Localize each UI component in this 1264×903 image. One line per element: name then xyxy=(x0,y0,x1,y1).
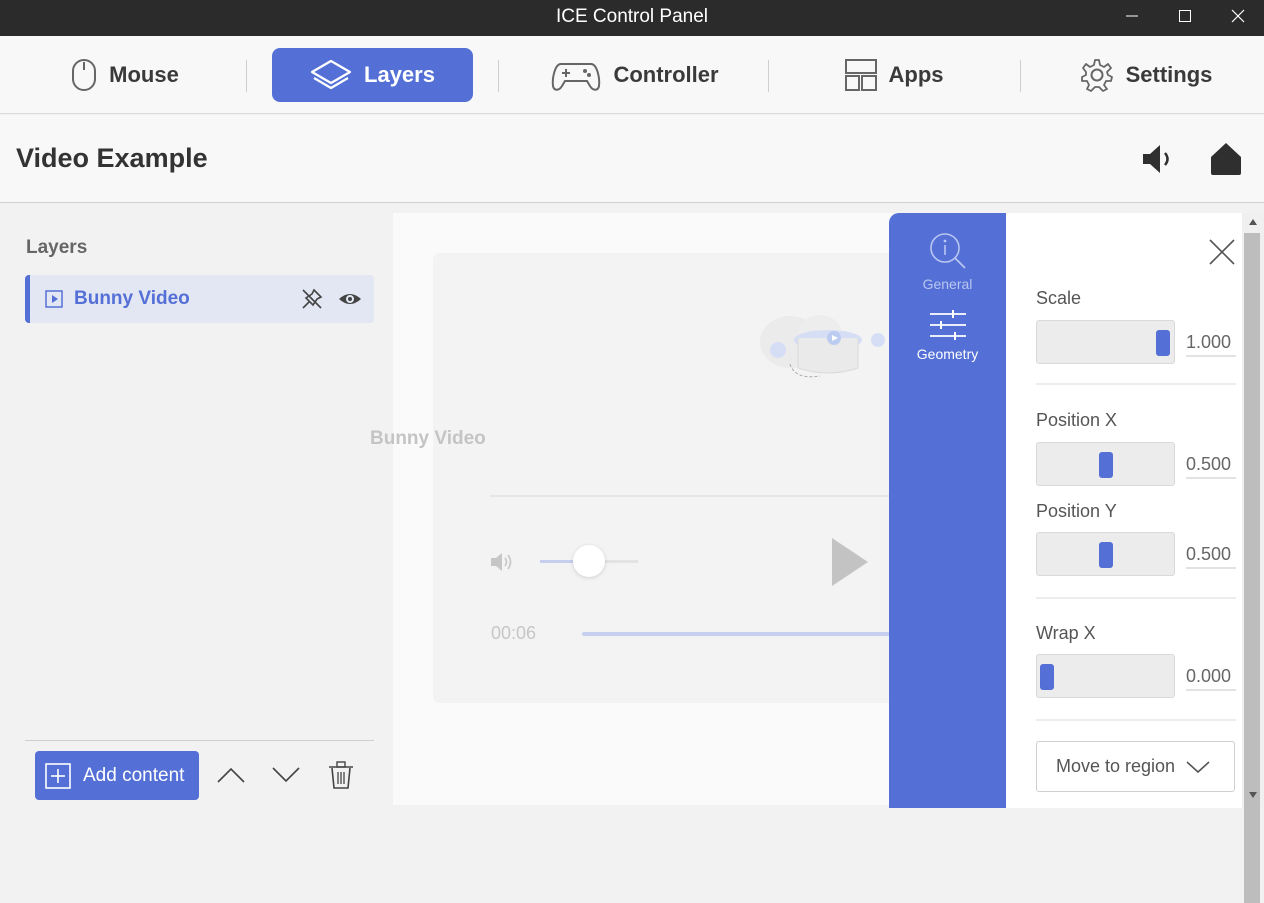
add-icon xyxy=(45,762,71,789)
divider xyxy=(1036,719,1236,721)
scroll-down-icon[interactable] xyxy=(1248,791,1258,799)
scale-label: Scale xyxy=(1036,288,1082,308)
slider-thumb[interactable] xyxy=(1039,664,1054,690)
add-content-button[interactable]: Add content xyxy=(35,751,199,800)
playback-progress[interactable] xyxy=(582,632,890,636)
wrap-x-value[interactable]: 0.000 xyxy=(1186,657,1236,691)
page-title: Video Example xyxy=(16,143,208,173)
player-volume-slider[interactable] xyxy=(540,545,638,577)
top-nav: Mouse Layers Controller Apps Settings xyxy=(0,36,1264,114)
tab-general[interactable]: General xyxy=(889,231,1006,292)
wrap-x-slider[interactable] xyxy=(1036,654,1175,698)
add-content-label: Add content xyxy=(83,764,185,786)
layers-heading: Layers xyxy=(26,237,88,258)
scale-slider[interactable] xyxy=(1036,320,1175,364)
home-icon xyxy=(1211,143,1241,175)
tab-label: Mouse xyxy=(109,62,179,87)
tab-layers[interactable]: Layers xyxy=(272,48,473,102)
minimize-button[interactable] xyxy=(1106,0,1158,32)
close-window-button[interactable] xyxy=(1212,0,1264,32)
speaker-icon xyxy=(1143,145,1169,173)
eye-icon[interactable] xyxy=(338,289,362,309)
player-divider xyxy=(490,495,890,497)
move-down-button[interactable] xyxy=(271,766,301,784)
tab-label: Layers xyxy=(364,62,435,87)
tab-settings[interactable]: Settings xyxy=(1068,48,1224,102)
title-bar: ICE Control Panel xyxy=(0,0,1264,36)
slider-thumb[interactable] xyxy=(1098,452,1113,478)
move-to-region-dropdown[interactable]: Move to region xyxy=(1036,741,1235,792)
side-tabs: General Geometry xyxy=(889,213,1006,808)
region-label: Move to region xyxy=(1056,756,1176,776)
tab-general-label: General xyxy=(922,276,973,292)
tab-controller[interactable]: Controller xyxy=(540,48,730,102)
info-search-icon xyxy=(929,233,966,269)
page-header: Video Example xyxy=(0,115,1264,203)
position-y-label: Position Y xyxy=(1036,501,1117,521)
minimize-icon xyxy=(1126,15,1138,17)
volume-button[interactable] xyxy=(1140,141,1176,177)
position-y-slider[interactable] xyxy=(1036,532,1175,576)
chevron-down-icon xyxy=(1186,760,1210,773)
tab-apps[interactable]: Apps xyxy=(834,48,954,102)
scrollbar-thumb[interactable] xyxy=(1244,233,1260,903)
move-up-button[interactable] xyxy=(216,766,246,784)
sliders-icon xyxy=(929,310,966,340)
tab-label: Apps xyxy=(888,62,944,87)
trash-icon[interactable] xyxy=(328,761,354,789)
tab-geometry[interactable]: Geometry xyxy=(889,309,1006,362)
scale-value[interactable]: 1.000 xyxy=(1186,323,1236,357)
scroll-up-icon[interactable] xyxy=(1248,218,1258,226)
layers-icon xyxy=(310,59,352,90)
position-x-slider[interactable] xyxy=(1036,442,1175,486)
window-title: ICE Control Panel xyxy=(555,6,709,27)
gamepad-icon xyxy=(552,63,601,91)
layer-item-bunny-video[interactable]: Bunny Video xyxy=(25,275,374,323)
video-illustration xyxy=(760,315,885,378)
slider-thumb[interactable] xyxy=(1156,330,1171,356)
position-x-value[interactable]: 0.500 xyxy=(1186,445,1236,479)
video-title: Bunny Video xyxy=(370,428,486,449)
divider xyxy=(1036,383,1236,385)
position-y-value[interactable]: 0.500 xyxy=(1186,535,1236,569)
tab-mouse[interactable]: Mouse xyxy=(40,48,210,102)
apps-grid-icon xyxy=(844,59,877,91)
close-icon xyxy=(1231,9,1245,23)
gear-icon xyxy=(1080,59,1113,92)
geometry-panel: Scale 1.000 Position X 0.500 Position Y … xyxy=(1006,213,1242,808)
volume-knob[interactable] xyxy=(573,545,605,577)
video-play-icon xyxy=(45,290,63,308)
maximize-icon xyxy=(1179,10,1191,22)
maximize-button[interactable] xyxy=(1159,0,1211,32)
layer-label: Bunny Video xyxy=(74,288,190,309)
divider xyxy=(1036,597,1236,599)
panel-scrollbar[interactable] xyxy=(1242,213,1264,903)
home-button[interactable] xyxy=(1208,141,1244,177)
play-icon[interactable] xyxy=(830,536,870,588)
mouse-icon xyxy=(72,59,97,91)
unpin-icon[interactable] xyxy=(300,287,324,311)
tab-label: Settings xyxy=(1125,62,1213,87)
tab-geometry-label: Geometry xyxy=(916,346,979,362)
tab-label: Controller xyxy=(613,62,719,87)
slider-thumb[interactable] xyxy=(1098,542,1113,568)
playback-time: 00:06 xyxy=(491,623,537,643)
player-volume-icon[interactable] xyxy=(490,551,516,573)
divider xyxy=(25,740,374,741)
wrap-x-label: Wrap X xyxy=(1036,623,1096,643)
position-x-label: Position X xyxy=(1036,410,1118,430)
close-panel-button[interactable] xyxy=(1208,238,1236,266)
